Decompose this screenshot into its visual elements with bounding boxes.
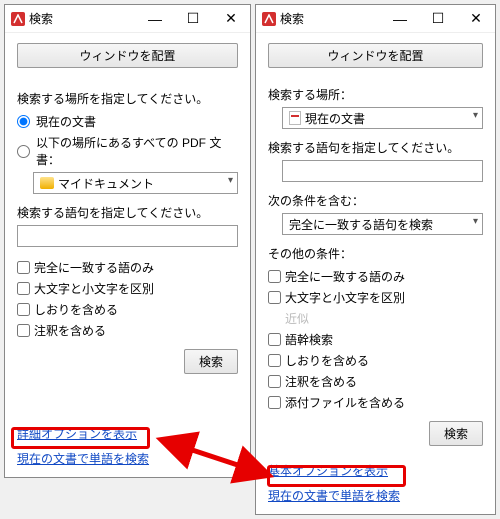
radio-current-doc[interactable]: 現在の文書 — [17, 113, 238, 130]
folder-icon — [40, 177, 54, 189]
basic-options-link[interactable]: 基本オプションを表示 — [268, 462, 483, 479]
maximize-button[interactable]: ☐ — [174, 5, 212, 33]
opt-exact[interactable]: 完全に一致する語のみ — [17, 259, 238, 276]
search-button[interactable]: 検索 — [429, 421, 483, 446]
search-term-input[interactable] — [282, 160, 483, 182]
conditions-label: 次の条件を含む： — [268, 192, 483, 209]
opt-case[interactable]: 大文字と小文字を区別 — [268, 289, 483, 306]
window-title: 検索 — [29, 10, 132, 27]
opt-bookmarks[interactable]: しおりを含める — [17, 301, 238, 318]
close-button[interactable]: ✕ — [457, 5, 495, 33]
search-current-doc-link[interactable]: 現在の文書で単語を検索 — [17, 450, 238, 467]
close-button[interactable]: ✕ — [212, 5, 250, 33]
search-term-input[interactable] — [17, 225, 238, 247]
opt-comments[interactable]: 注釈を含める — [268, 373, 483, 390]
radio-all-pdf[interactable]: 以下の場所にあるすべての PDF 文書： — [17, 134, 238, 168]
window-title: 検索 — [280, 10, 377, 27]
arrange-windows-button[interactable]: ウィンドウを配置 — [268, 43, 483, 68]
app-icon — [11, 12, 25, 26]
minimize-button[interactable]: — — [381, 5, 419, 33]
opt-stemming[interactable]: 語幹検索 — [268, 331, 483, 348]
search-button[interactable]: 検索 — [184, 349, 238, 374]
titlebar-right: 検索 — ☐ ✕ — [256, 5, 495, 33]
location-combo[interactable]: 現在の文書 — [282, 107, 483, 129]
titlebar-left: 検索 — ☐ ✕ — [5, 5, 250, 33]
pdf-icon — [289, 111, 301, 125]
term-prompt: 検索する語句を指定してください。 — [17, 204, 238, 221]
arrange-windows-button[interactable]: ウィンドウを配置 — [17, 43, 238, 68]
conditions-combo[interactable]: 完全に一致する語句を検索 — [282, 213, 483, 235]
location-prompt: 検索する場所を指定してください。 — [17, 90, 238, 107]
location-label: 検索する場所： — [268, 86, 483, 103]
minimize-button[interactable]: — — [136, 5, 174, 33]
opt-attachments[interactable]: 添付ファイルを含める — [268, 394, 483, 411]
opt-comments[interactable]: 注釈を含める — [17, 322, 238, 339]
opt-bookmarks[interactable]: しおりを含める — [268, 352, 483, 369]
other-label: その他の条件： — [268, 245, 483, 262]
folder-combo[interactable]: マイドキュメント — [33, 172, 238, 194]
app-icon — [262, 12, 276, 26]
search-current-doc-link[interactable]: 現在の文書で単語を検索 — [268, 487, 483, 504]
opt-exact[interactable]: 完全に一致する語のみ — [268, 268, 483, 285]
advanced-options-link[interactable]: 詳細オプションを表示 — [17, 425, 238, 442]
opt-nearby: 近似 — [268, 310, 483, 327]
term-prompt: 検索する語句を指定してください。 — [268, 139, 483, 156]
maximize-button[interactable]: ☐ — [419, 5, 457, 33]
opt-case[interactable]: 大文字と小文字を区別 — [17, 280, 238, 297]
